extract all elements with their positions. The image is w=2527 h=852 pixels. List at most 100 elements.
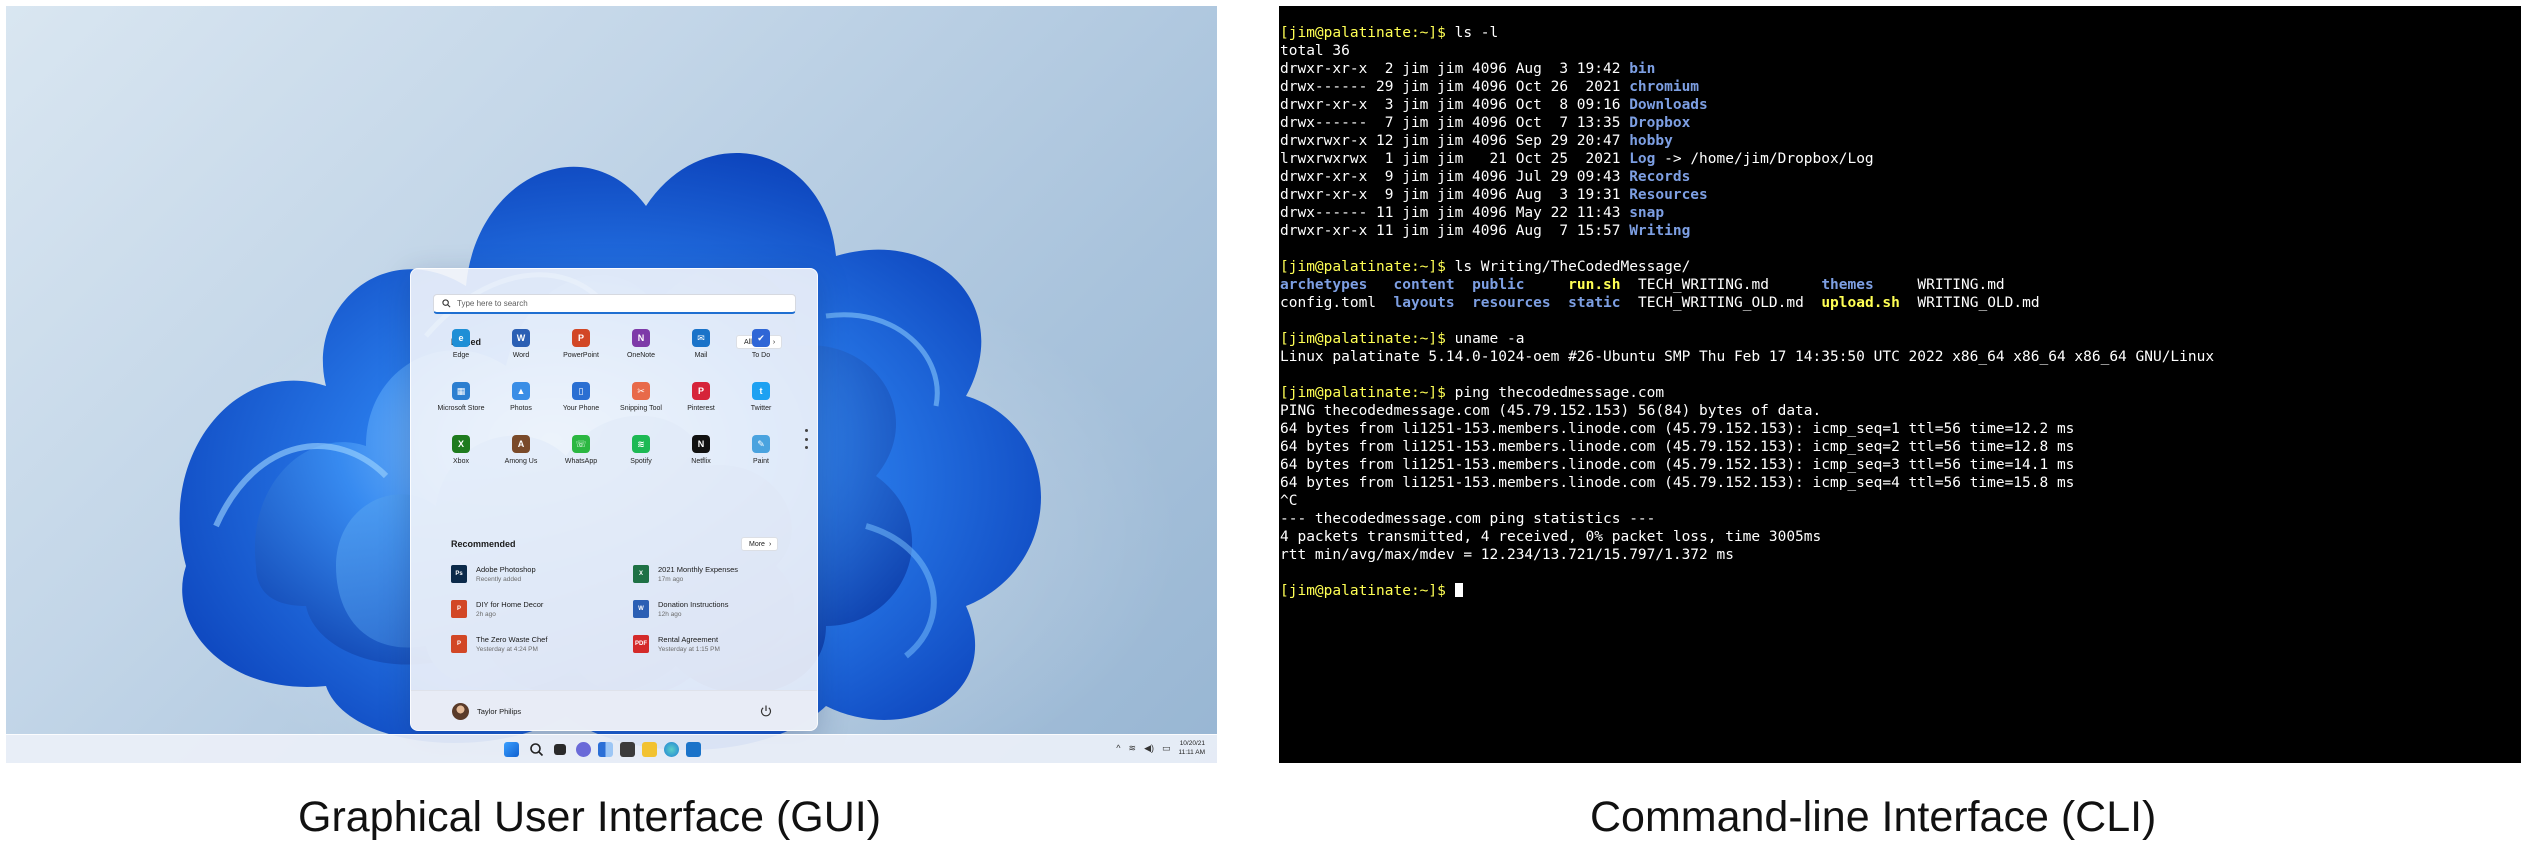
directory-name: archetypes bbox=[1280, 277, 1368, 293]
terminal-text: ping thecodedmessage.com bbox=[1445, 385, 1665, 401]
battery-icon[interactable]: ▭ bbox=[1162, 743, 1171, 754]
avatar[interactable] bbox=[452, 703, 469, 720]
paint-icon: ✎ bbox=[752, 435, 770, 453]
recommended-item[interactable]: PDF Rental Agreement Yesterday at 1:15 PM bbox=[633, 629, 803, 659]
edge-icon: e bbox=[452, 329, 470, 347]
pinned-app[interactable]: P Pinterest bbox=[671, 382, 731, 426]
terminal-text: uname -a bbox=[1445, 331, 1525, 347]
snipping-tool-icon: ✂ bbox=[632, 382, 650, 400]
terminal-line: drwxr-xr-x 9 jim jim 4096 Aug 3 19:31 Re… bbox=[1280, 186, 2518, 204]
terminal-text: ls -l bbox=[1445, 25, 1499, 41]
terminal-text: --- thecodedmessage.com ping statistics … bbox=[1280, 511, 1656, 527]
cli-terminal[interactable]: [jim@palatinate:~]$ ls -l total 36 drwxr-x… bbox=[1279, 6, 2521, 763]
pinned-app[interactable]: t Twitter bbox=[731, 382, 791, 426]
recommended-item[interactable]: P DIY for Home Decor 2h ago bbox=[451, 594, 621, 624]
pinned-app[interactable]: A Among Us bbox=[491, 435, 551, 479]
onenote-icon: N bbox=[632, 329, 650, 347]
widgets-icon[interactable] bbox=[598, 742, 613, 757]
pinned-app[interactable]: ✂ Snipping Tool bbox=[611, 382, 671, 426]
directory-name: hobby bbox=[1629, 133, 1673, 149]
pinned-app[interactable]: ✎ Paint bbox=[731, 435, 791, 479]
search-icon[interactable] bbox=[529, 742, 544, 757]
terminal-line: [jim@palatinate:~]$ uname -a bbox=[1280, 330, 2518, 348]
recommended-item[interactable]: W Donation Instructions 12h ago bbox=[633, 594, 803, 624]
start-menu: Pinned All apps › eEdgeWWordPPowerPointN… bbox=[410, 268, 818, 731]
terminal-line: Linux palatinate 5.14.0-1024-oem #26-Ubu… bbox=[1280, 348, 2518, 366]
terminal-line: drwx------ 7 jim jim 4096 Oct 7 13:35 Dr… bbox=[1280, 114, 2518, 132]
pinned-app[interactable]: ≋ Spotify bbox=[611, 435, 671, 479]
pinned-page-dots[interactable] bbox=[804, 429, 808, 449]
powerpoint-file-icon: P bbox=[451, 600, 467, 618]
pinned-app-label: Spotify bbox=[630, 458, 652, 465]
pinned-app-label: Word bbox=[512, 352, 530, 359]
volume-icon[interactable]: ◀) bbox=[1144, 743, 1154, 754]
search-input[interactable] bbox=[457, 299, 777, 308]
terminal-text: 64 bytes from li1251-153.members.linode.… bbox=[1280, 439, 2075, 455]
wifi-icon[interactable]: ≋ bbox=[1129, 743, 1137, 754]
recommended-name: Rental Agreement bbox=[658, 634, 719, 644]
terminal-text: drwx------ 29 jim jim 4096 Oct 26 2021 bbox=[1280, 79, 1630, 95]
terminal-line: drwx------ 11 jim jim 4096 May 22 11:43 … bbox=[1280, 204, 2518, 222]
taskbar-clock[interactable]: 10/20/21 11:11 AM bbox=[1179, 739, 1206, 757]
terminal-text: ^C bbox=[1280, 493, 1298, 509]
chat-icon[interactable] bbox=[576, 742, 591, 757]
cli-caption: Command-line Interface (CLI) bbox=[1590, 793, 2157, 841]
directory-name: content bbox=[1393, 277, 1455, 293]
terminal-text: drwxrwxr-x 12 jim jim 4096 Sep 29 20:47 bbox=[1280, 133, 1630, 149]
store-icon[interactable] bbox=[686, 742, 701, 757]
pinned-app-label: Paint bbox=[753, 458, 769, 465]
more-label: More bbox=[749, 540, 765, 548]
terminal-icon[interactable] bbox=[620, 742, 635, 757]
recommended-item[interactable]: X 2021 Monthly Expenses 17m ago bbox=[633, 559, 803, 589]
recommended-text: Adobe Photoshop Recently added bbox=[476, 565, 536, 584]
pinned-app[interactable]: P PowerPoint bbox=[551, 329, 611, 373]
directory-name: chromium bbox=[1629, 79, 1700, 95]
recommended-item[interactable]: P The Zero Waste Chef Yesterday at 4:24 PM bbox=[451, 629, 621, 659]
among-us-icon: A bbox=[512, 435, 530, 453]
terminal-text: PING thecodedmessage.com (45.79.152.153)… bbox=[1280, 403, 1822, 419]
file-explorer-icon[interactable] bbox=[642, 742, 657, 757]
recommended-time: 2h ago bbox=[476, 610, 496, 618]
chevron-up-icon[interactable]: ^ bbox=[1116, 743, 1120, 753]
pinned-app[interactable]: ✔ To Do bbox=[731, 329, 791, 373]
powerpoint-file-icon: P bbox=[451, 635, 467, 653]
more-button[interactable]: More › bbox=[741, 537, 779, 551]
pinned-app-label: Your Phone bbox=[562, 405, 600, 412]
recommended-item[interactable]: Ps Adobe Photoshop Recently added bbox=[451, 559, 621, 589]
pinned-app[interactable]: ☏ WhatsApp bbox=[551, 435, 611, 479]
whatsapp-icon: ☏ bbox=[572, 435, 590, 453]
directory-name: Dropbox bbox=[1629, 115, 1691, 131]
task-view-icon[interactable] bbox=[554, 744, 566, 755]
recommended-time: 12h ago bbox=[658, 610, 682, 618]
pinned-app[interactable]: X Xbox bbox=[431, 435, 491, 479]
terminal-text: config.toml bbox=[1280, 295, 1394, 311]
pdf-file-icon: PDF bbox=[633, 635, 649, 653]
recommended-heading: Recommended bbox=[451, 539, 516, 549]
directory-name: public bbox=[1472, 277, 1525, 293]
start-menu-footer: Taylor Philips bbox=[411, 690, 817, 730]
recommended-time: Recently added bbox=[476, 575, 522, 583]
pinned-app[interactable]: ▯ Your Phone bbox=[551, 382, 611, 426]
pinned-app[interactable]: ▲ Photos bbox=[491, 382, 551, 426]
pinned-app[interactable]: W Word bbox=[491, 329, 551, 373]
terminal-text: lrwxrwxrwx 1 jim jim 21 Oct 25 2021 bbox=[1280, 151, 1630, 167]
terminal-line: 64 bytes from li1251-153.members.linode.… bbox=[1280, 456, 2518, 474]
pinned-app[interactable]: ✉ Mail bbox=[671, 329, 731, 373]
start-search-box[interactable] bbox=[433, 294, 796, 314]
pinned-app[interactable]: e Edge bbox=[431, 329, 491, 373]
pinned-app-label: OneNote bbox=[626, 352, 656, 359]
shell-prompt: [jim@palatinate:~]$ bbox=[1280, 259, 1446, 275]
pinned-app[interactable]: N OneNote bbox=[611, 329, 671, 373]
user-name[interactable]: Taylor Philips bbox=[477, 707, 521, 716]
terminal-text: TECH_WRITING.md bbox=[1620, 277, 1822, 293]
excel-icon: X bbox=[633, 565, 649, 583]
power-icon[interactable] bbox=[759, 704, 773, 718]
pinned-app[interactable]: N Netflix bbox=[671, 435, 731, 479]
edge-icon[interactable] bbox=[664, 742, 679, 757]
pinned-app[interactable]: ▦ Microsoft Store bbox=[431, 382, 491, 426]
windows-start-icon[interactable] bbox=[504, 742, 519, 757]
pinned-app-label: Pinterest bbox=[687, 405, 715, 412]
